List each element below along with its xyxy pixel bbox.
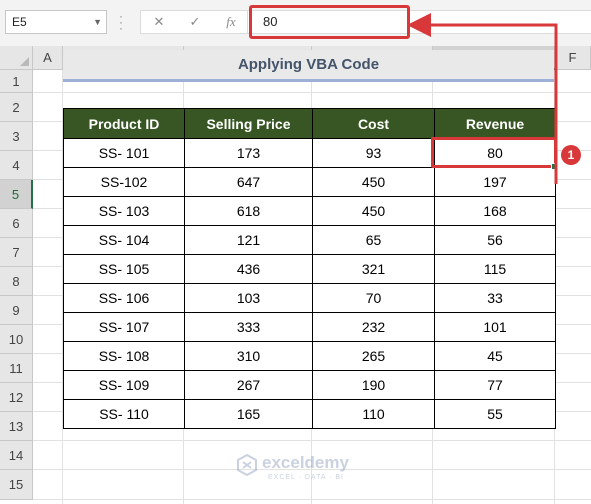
exceldemy-logo-icon xyxy=(237,454,257,476)
callout-arrow xyxy=(407,13,558,184)
callout-badge: 1 xyxy=(561,145,581,165)
watermark: exceldemy EXCEL · DATA · BI xyxy=(236,450,386,490)
watermark-tagline: EXCEL · DATA · BI xyxy=(268,474,344,481)
watermark-name: exceldemy xyxy=(262,453,349,472)
